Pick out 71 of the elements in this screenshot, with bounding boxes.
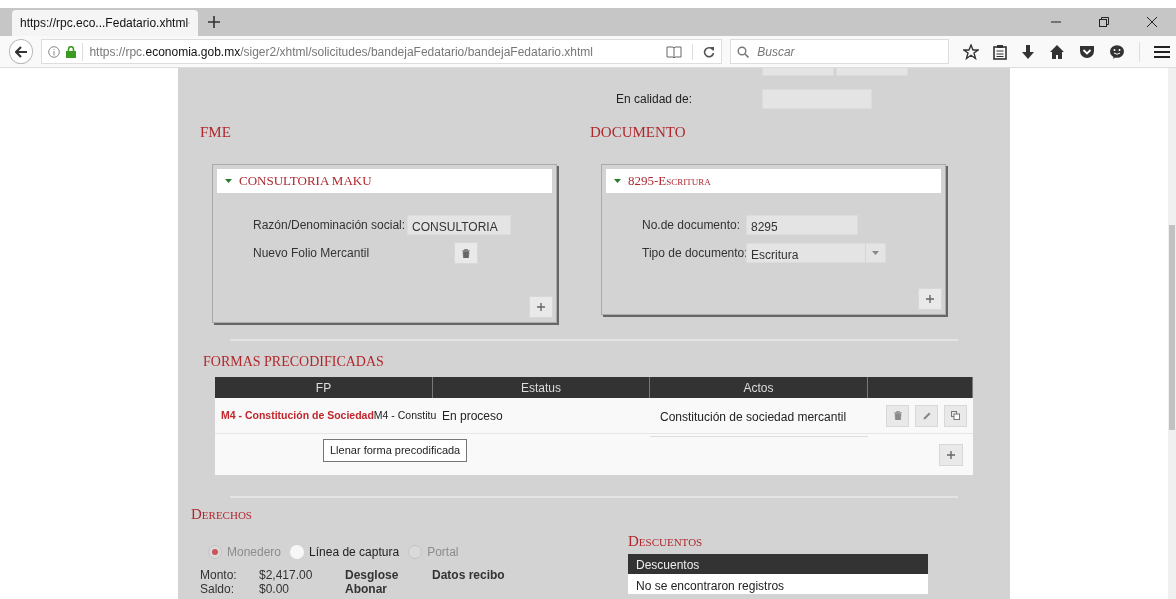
field-label: En calidad de: [616,91,694,108]
action-link[interactable]: Desglose [345,566,432,580]
section-heading: Descuentos [628,533,704,549]
action-link[interactable]: Datos recibo [432,566,505,580]
column-header: Descuentos [628,554,928,574]
panel-header[interactable]: CONSULTORIA MAKU [217,169,552,193]
download-icon[interactable] [1021,43,1035,60]
tooltip-text: Llenar forma precodificada [323,439,468,462]
search-input[interactable]: Buscar [755,41,936,62]
column-header: FP [215,377,433,398]
pencil-icon [922,411,931,420]
input-field[interactable]: 8295 [746,215,858,235]
radio-label: Portal [427,544,459,561]
plus-icon [926,295,934,303]
trash-icon [462,248,470,258]
info-icon [48,45,61,58]
book-icon[interactable] [666,45,683,58]
plus-icon [537,303,545,311]
lock-icon [66,45,77,58]
pocket-icon[interactable] [1079,43,1095,60]
table-cell-text: M4 - Constitu [373,407,437,423]
back-arrow-icon [15,45,28,58]
add-button[interactable] [939,443,963,466]
column-header: Actos [650,377,868,398]
delete-button[interactable] [886,404,909,427]
url-text: https://rpc.economia.gob.mx/siger2/xhtml/solicitudes/bandejaFedatario/bandejaFedatario.xhtml [89,43,594,61]
restore-icon[interactable] [1099,17,1109,27]
select-field[interactable]: Escritura [746,243,886,263]
amount-label: Saldo: [200,581,236,594]
radio-label: Monedero [227,544,282,561]
field-label: Tipo de documento: [642,245,746,262]
empty-message: No se encontraron registros [628,574,928,594]
copy-button[interactable] [944,404,967,427]
field-label: Nuevo Folio Mercantil [253,245,370,262]
back-button[interactable] [9,39,34,64]
plus-icon [947,450,955,459]
delete-button[interactable] [454,242,478,264]
input-field[interactable]: CONSULTORIA [407,215,512,235]
reload-icon[interactable] [703,45,716,58]
radio-button[interactable] [290,545,305,559]
field-label: Razón/Denominación social: [253,217,406,234]
search-field[interactable]: Buscar [730,39,949,64]
fp-link[interactable]: M4 - Constitución de Sociedad [221,407,374,424]
scrollbar-thumb[interactable] [1169,225,1175,430]
caret-down-icon [872,251,879,255]
star-icon[interactable] [963,43,979,60]
smiley-icon[interactable] [1109,43,1125,60]
radio-label: Línea de captura [309,544,400,561]
field-label: No.de documento: [642,217,742,234]
section-heading: FME [200,124,232,140]
amount-label: Monto: [200,567,238,580]
home-icon[interactable] [1049,43,1065,60]
new-tab-icon[interactable] [208,16,220,28]
edit-button[interactable] [915,404,938,427]
copy-icon [951,411,960,420]
add-button[interactable] [918,288,942,310]
clipboard-icon[interactable] [993,43,1007,60]
section-heading: DOCUMENTO [590,124,687,140]
section-heading: FORMAS PRECODIFICADAS [203,354,385,370]
browser-tab[interactable]: https://rpc.eco...Fedatario.xhtml [12,10,198,36]
column-header: Estatus [433,377,650,398]
amount-value: $0.00 [259,581,291,594]
menu-icon[interactable] [1154,44,1170,59]
amount-value: $2,417.00 [259,567,314,580]
section-heading: Derechos [191,506,253,522]
trash-icon [893,411,902,420]
panel-header[interactable]: 8295-Escritura [606,169,941,193]
search-icon [737,45,750,58]
table-cell: Constitución de sociedad mercantil [650,398,868,437]
address-bar[interactable]: https://rpc.economia.gob.mx/siger2/xhtml/solicitudes/bandejaFedatario/bandejaFedatario.xhtml [41,39,723,64]
add-button[interactable] [529,296,553,318]
